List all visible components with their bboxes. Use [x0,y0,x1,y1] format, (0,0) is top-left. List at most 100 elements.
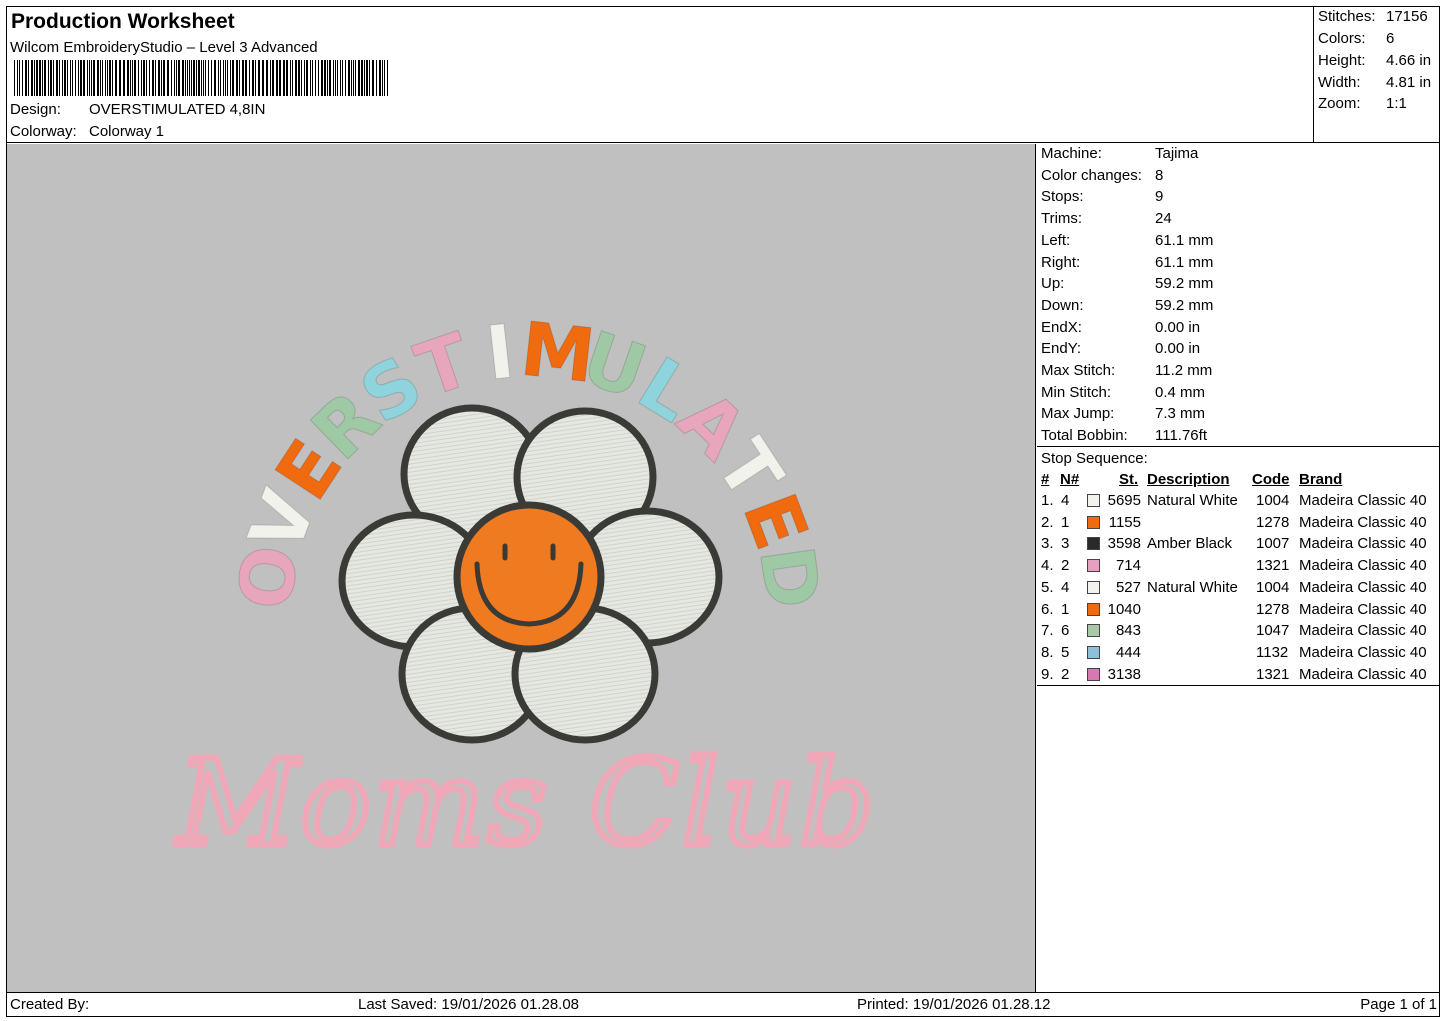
barcode-bar [279,60,281,96]
printed-date: Printed: 19/01/2026 01.28.12 [857,996,1051,1013]
thread-code: 1132 [1256,643,1289,661]
created-by: Created By: [10,996,90,1013]
machine-info-row: Down: 59.2 mm [1041,297,1213,314]
stat-label: Height: [1318,52,1366,69]
barcode-bar [220,60,221,96]
col-header-brand: Brand [1299,471,1343,488]
machine-info-value: 9 [1155,188,1164,206]
barcode-bar [327,60,328,96]
barcode-bar [345,60,346,96]
barcode-bar [67,60,68,96]
machine-info-row: EndX: 0.00 in [1041,319,1200,336]
thread-code: 1007 [1256,535,1290,553]
barcode-bar [310,60,311,96]
machine-info-label: Trims: [1041,210,1083,228]
barcode-bar [276,60,278,96]
barcode-bar [292,60,293,96]
barcode-bar [163,60,165,96]
colorway-label: Colorway: [10,123,77,140]
worksheet-footer: Created By: Last Saved: 19/01/2026 01.28… [7,992,1440,1017]
thread-description: Natural White [1147,492,1238,509]
barcode-bar [132,60,133,96]
stat-value: 6 [1386,30,1395,47]
barcode-bar [364,60,365,96]
machine-info-value: 59.2 mm [1155,296,1214,314]
barcode-bar [87,60,88,96]
barcode-bar [14,60,15,96]
thread-brand: Madeira Classic 40 [1299,535,1427,553]
thread-description: Natural White [1147,578,1238,596]
barcode-bar [318,60,319,96]
barcode-bar [105,60,106,96]
barcode-bar [329,60,331,96]
barcode-bar [236,60,238,96]
barcode-bar [304,60,305,96]
software-name: Wilcom EmbroideryStudio – Level 3 Advanc… [10,39,318,56]
barcode-bar [366,60,368,96]
machine-info-label: Total Bobbin: [1041,427,1128,445]
barcode-bar [351,60,352,96]
barcode-bar [353,60,354,96]
barcode-bar [78,60,79,96]
barcode-bar [161,60,162,96]
barcode-bar [28,60,29,96]
machine-info-label: Machine: [1041,145,1102,162]
machine-info-label: Left: [1041,231,1071,249]
barcode-bar [152,60,154,96]
barcode-bar [36,60,38,96]
barcode-bar [31,60,33,96]
machine-info-row: Left: 61.1 mm [1041,232,1213,249]
barcode-bar [25,60,27,96]
stat-zoom: Zoom: 1:1 [1318,95,1438,112]
machine-info-value: 11.2 mm [1155,362,1213,379]
barcode-bar [80,60,82,96]
barcode-bar [97,60,99,96]
needle-number: 4 [1061,578,1070,596]
stat-height: Height: 4.66 in [1318,52,1438,69]
barcode-bar [355,60,356,96]
barcode-bar [83,60,85,96]
barcode-bar [286,60,288,96]
col-header-needle: N# [1060,471,1080,488]
barcode-bar [34,60,35,96]
barcode-bar [232,60,234,96]
barcode-bar [348,60,350,96]
barcode-bar [48,60,49,96]
barcode-bar [72,60,73,96]
stitch-count: 1155 [1108,513,1141,531]
thread-brand: Madeira Classic 40 [1299,622,1427,640]
barcode-bar [372,60,374,96]
barcode [14,60,388,96]
last-saved: Last Saved: 19/01/2026 01.28.08 [358,996,580,1013]
barcode-bar [185,60,186,96]
barcode-bar [321,60,323,96]
barcode-bar [189,60,190,96]
barcode-bar [178,60,180,96]
barcode-bar [340,60,341,96]
machine-info-row: Total Bobbin: 111.76ft [1041,427,1207,444]
barcode-bar [193,60,195,96]
barcode-bar [174,60,175,96]
barcode-bar [109,60,111,96]
arc-letter: I [482,309,519,398]
barcode-bar [56,60,58,96]
machine-info-row: Stops: 9 [1041,188,1163,205]
machine-info-label: Up: [1041,275,1065,293]
barcode-bar [214,60,216,96]
machine-info-row: Max Jump: 7.3 mm [1041,405,1205,422]
needle-number: 1 [1061,600,1070,618]
stitch-count: 3598 [1107,535,1141,553]
machine-info-row: Up: 59.2 mm [1041,275,1213,292]
thread-description: Amber Black [1147,535,1233,553]
barcode-bar [143,60,145,96]
barcode-bar [182,60,184,96]
barcode-bar [112,60,113,96]
stop-number: 1. [1041,492,1054,509]
barcode-bar [262,60,264,96]
stat-label: Zoom: [1318,95,1361,112]
stop-sequence-title: Stop Sequence: [1041,450,1148,467]
machine-info-value: 0.4 mm [1155,383,1206,401]
barcode-bar [245,60,247,96]
barcode-bar [249,60,250,96]
barcode-bar [387,60,388,96]
